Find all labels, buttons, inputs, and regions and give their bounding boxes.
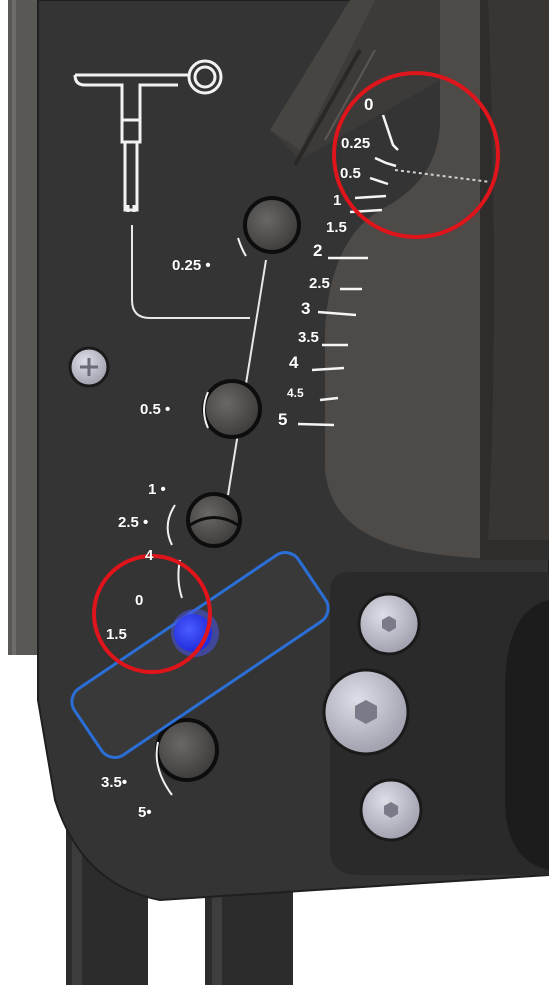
adjustment-hole-2[interactable] [202, 379, 262, 439]
hole-label-0.5: 0.5 • [140, 401, 171, 418]
hex-bolt-icon [357, 592, 421, 656]
hex-bolt-large-icon [322, 668, 410, 756]
scale-mark-1.5: 1.5 [326, 219, 347, 236]
phillips-screw-icon [68, 346, 110, 388]
adjustment-hole-4[interactable] [155, 718, 219, 782]
scale-mark-2: 2 [313, 241, 323, 260]
hole-label-1.5: 1.5 [106, 626, 127, 643]
scale-mark-3: 3 [301, 299, 311, 318]
hole-label-2.5: 2.5 • [118, 514, 149, 531]
scale-mark-1: 1 [333, 192, 342, 209]
hole-label-3.5: 3.5• [101, 774, 128, 791]
scale-mark-2.5: 2.5 [309, 275, 330, 292]
device-plate-art [8, 0, 549, 985]
hole-label-0: 0 [135, 592, 144, 609]
scale-mark-0.25: 0.25 [341, 135, 371, 152]
hole-label-1: 1 • [148, 481, 166, 498]
scale-mark-4.5: 4.5 [287, 386, 304, 400]
hole-label-5: 5• [138, 804, 152, 821]
hole-label-4: 4 [145, 547, 154, 564]
adjustment-hole-3[interactable] [186, 492, 242, 548]
device-figure: 0 0.25 0.5 1 1.5 2 2.5 3 3.5 4 4.5 5 0.2… [0, 0, 549, 985]
scale-mark-3.5: 3.5 [298, 329, 319, 346]
hole-label-0.25: 0.25 • [172, 257, 211, 274]
scale-mark-0.5: 0.5 [340, 165, 361, 182]
scale-mark-5: 5 [278, 410, 288, 429]
adjustment-hole-1[interactable] [243, 196, 301, 254]
scale-mark-0: 0 [364, 95, 374, 114]
scale-mark-4: 4 [289, 353, 299, 372]
hex-bolt-lower-icon [359, 778, 423, 842]
